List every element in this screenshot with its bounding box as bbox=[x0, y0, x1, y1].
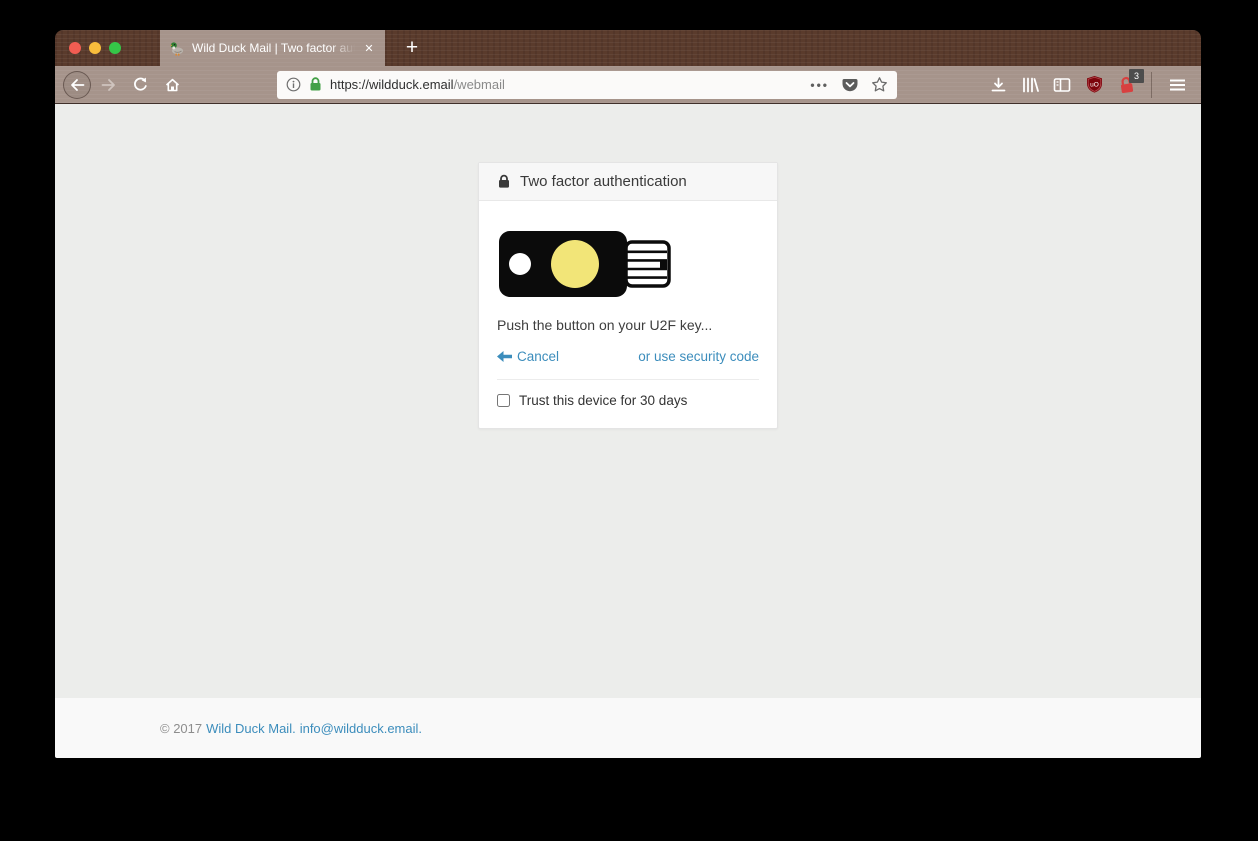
brand-link[interactable]: Wild Duck Mail. bbox=[206, 721, 296, 736]
page-info-icon[interactable] bbox=[286, 77, 301, 92]
lock-icon bbox=[497, 174, 511, 189]
back-arrow-icon bbox=[497, 351, 512, 362]
lock-extension-button[interactable]: 3 bbox=[1110, 70, 1142, 100]
card-header: Two factor authentication bbox=[479, 163, 777, 201]
toolbar-right-cluster: uO 3 bbox=[982, 70, 1193, 100]
tab-active[interactable]: Wild Duck Mail | Two factor auth ✕ bbox=[160, 30, 385, 66]
duck-favicon-icon bbox=[169, 40, 185, 56]
back-button[interactable] bbox=[63, 71, 91, 99]
reload-button[interactable] bbox=[125, 70, 155, 100]
tab-close-icon[interactable]: ✕ bbox=[362, 42, 376, 55]
tab-bar: Wild Duck Mail | Two factor auth ✕ + bbox=[55, 30, 1201, 66]
forward-button[interactable] bbox=[93, 70, 123, 100]
downloads-button[interactable] bbox=[982, 70, 1014, 100]
library-button[interactable] bbox=[1014, 70, 1046, 100]
https-lock-icon[interactable] bbox=[309, 77, 322, 92]
ublock-text: uO bbox=[1090, 82, 1099, 89]
page-actions-icon[interactable]: ••• bbox=[810, 78, 829, 92]
trust-device-label[interactable]: Trust this device for 30 days bbox=[519, 393, 687, 408]
browser-window: Wild Duck Mail | Two factor auth ✕ + bbox=[55, 30, 1201, 758]
two-factor-card: Two factor authentication Push the butto… bbox=[478, 162, 778, 429]
links-row: Cancel or use security code bbox=[497, 349, 759, 364]
cancel-link[interactable]: Cancel bbox=[497, 349, 559, 364]
menu-button[interactable] bbox=[1161, 70, 1193, 100]
url-host: https://wildduck.email bbox=[330, 77, 454, 92]
page-content: Two factor authentication Push the butto… bbox=[55, 104, 1201, 698]
home-button[interactable] bbox=[157, 70, 187, 100]
ublock-origin-button[interactable]: uO bbox=[1078, 70, 1110, 100]
copyright-text: © 2017 bbox=[160, 721, 202, 736]
page-footer: © 2017 Wild Duck Mail. info@wildduck.ema… bbox=[55, 698, 1201, 758]
reload-icon bbox=[132, 76, 149, 93]
sidebar-icon bbox=[1053, 77, 1071, 93]
home-icon bbox=[164, 77, 181, 93]
url-text: https://wildduck.email/webmail bbox=[330, 77, 505, 92]
trust-device-row: Trust this device for 30 days bbox=[497, 393, 759, 408]
url-bar[interactable]: https://wildduck.email/webmail ••• bbox=[277, 71, 897, 99]
tab-title: Wild Duck Mail | Two factor auth bbox=[192, 41, 355, 55]
email-link[interactable]: info@wildduck.email. bbox=[300, 721, 422, 736]
download-icon bbox=[990, 77, 1007, 93]
notification-badge: 3 bbox=[1129, 69, 1144, 83]
forward-arrow-icon bbox=[100, 77, 117, 93]
back-arrow-icon bbox=[69, 77, 86, 93]
card-title: Two factor authentication bbox=[520, 173, 687, 190]
library-icon bbox=[1021, 77, 1039, 93]
traffic-lights bbox=[69, 42, 121, 54]
url-path: /webmail bbox=[454, 77, 505, 92]
close-window-button[interactable] bbox=[69, 42, 81, 54]
trust-device-checkbox[interactable] bbox=[497, 394, 510, 407]
new-tab-button[interactable]: + bbox=[395, 30, 429, 66]
navigation-toolbar: https://wildduck.email/webmail ••• bbox=[55, 66, 1201, 104]
card-divider bbox=[497, 379, 759, 380]
toolbar-separator bbox=[1151, 72, 1152, 98]
bookmark-star-icon[interactable] bbox=[871, 76, 888, 93]
zoom-window-button[interactable] bbox=[109, 42, 121, 54]
use-security-code-link[interactable]: or use security code bbox=[638, 349, 759, 364]
cancel-label: Cancel bbox=[517, 349, 559, 364]
sidebar-toggle-button[interactable] bbox=[1046, 70, 1078, 100]
u2f-key-image bbox=[497, 229, 672, 299]
hamburger-menu-icon bbox=[1169, 78, 1186, 92]
ublock-shield-icon: uO bbox=[1085, 75, 1104, 94]
instruction-text: Push the button on your U2F key... bbox=[497, 317, 759, 333]
pocket-icon[interactable] bbox=[841, 76, 859, 94]
minimize-window-button[interactable] bbox=[89, 42, 101, 54]
card-body: Push the button on your U2F key... Cance… bbox=[479, 201, 777, 428]
